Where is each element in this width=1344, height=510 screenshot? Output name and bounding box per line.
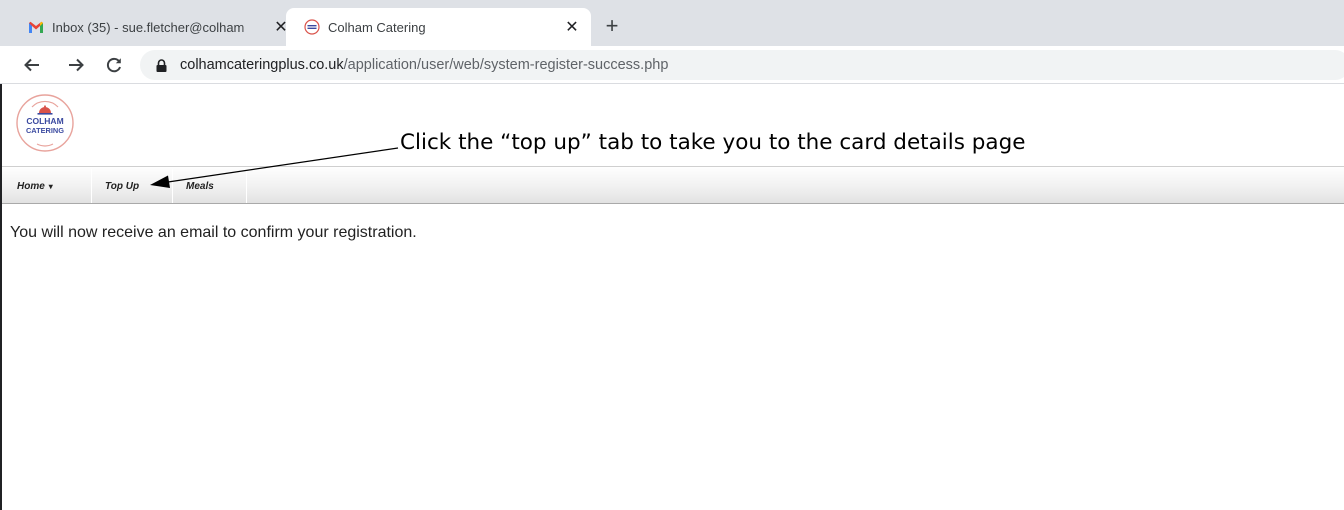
nav-home[interactable]: Home ▾ bbox=[17, 175, 53, 197]
address-bar[interactable]: colhamcateringplus.co.uk/application/use… bbox=[140, 50, 1344, 80]
nav-top-up[interactable]: Top Up bbox=[105, 175, 139, 197]
registration-confirmation-message: You will now receive an email to confirm… bbox=[10, 224, 417, 241]
new-tab-button[interactable]: + bbox=[598, 12, 626, 40]
page-viewport: COLHAM CATERING Click the “top up” tab t… bbox=[0, 84, 1344, 510]
url-path: /application/user/web/system-register-su… bbox=[343, 57, 669, 73]
logo-text-catering: CATERING bbox=[26, 126, 64, 135]
url-domain: colhamcateringplus.co.uk bbox=[180, 57, 344, 73]
logo-text-colham: COLHAM bbox=[26, 116, 63, 126]
colham-catering-logo[interactable]: COLHAM CATERING bbox=[12, 92, 78, 154]
reload-icon bbox=[106, 57, 121, 73]
url-text: colhamcateringplus.co.uk/application/use… bbox=[180, 57, 668, 73]
back-button[interactable] bbox=[18, 51, 46, 79]
browser-tab-strip: Inbox (35) - sue.fletcher@colham ✕ Colha… bbox=[0, 0, 1344, 46]
nav-divider bbox=[91, 169, 92, 203]
nav-divider bbox=[172, 169, 173, 203]
tab-title: Inbox (35) - sue.fletcher@colham bbox=[52, 19, 245, 35]
forward-button[interactable] bbox=[62, 51, 90, 79]
arrow-right-icon bbox=[69, 58, 84, 72]
nav-meals[interactable]: Meals bbox=[186, 175, 214, 197]
nav-divider bbox=[246, 169, 247, 203]
site-nav-bar: Home ▾ Top Up Meals bbox=[2, 166, 1344, 204]
arrow-left-icon bbox=[24, 58, 39, 72]
chevron-down-icon: ▾ bbox=[48, 181, 53, 191]
lock-icon bbox=[154, 58, 168, 72]
colham-favicon-icon bbox=[304, 19, 320, 35]
browser-toolbar: colhamcateringplus.co.uk/application/use… bbox=[0, 46, 1344, 84]
close-tab-icon[interactable]: ✕ bbox=[563, 18, 581, 36]
nav-meals-label: Meals bbox=[186, 180, 214, 192]
nav-home-label: Home bbox=[17, 180, 45, 192]
reload-button[interactable] bbox=[100, 51, 128, 79]
nav-top-up-label: Top Up bbox=[105, 180, 140, 192]
tab-gmail-inbox[interactable]: Inbox (35) - sue.fletcher@colham ✕ bbox=[12, 8, 300, 46]
annotation-callout: Click the “top up” tab to take you to th… bbox=[400, 130, 1026, 155]
tab-title: Colham Catering bbox=[328, 19, 426, 35]
site-header: COLHAM CATERING Click the “top up” tab t… bbox=[2, 84, 1344, 166]
tab-colham-catering[interactable]: Colham Catering ✕ bbox=[286, 8, 591, 46]
gmail-icon bbox=[28, 19, 44, 35]
